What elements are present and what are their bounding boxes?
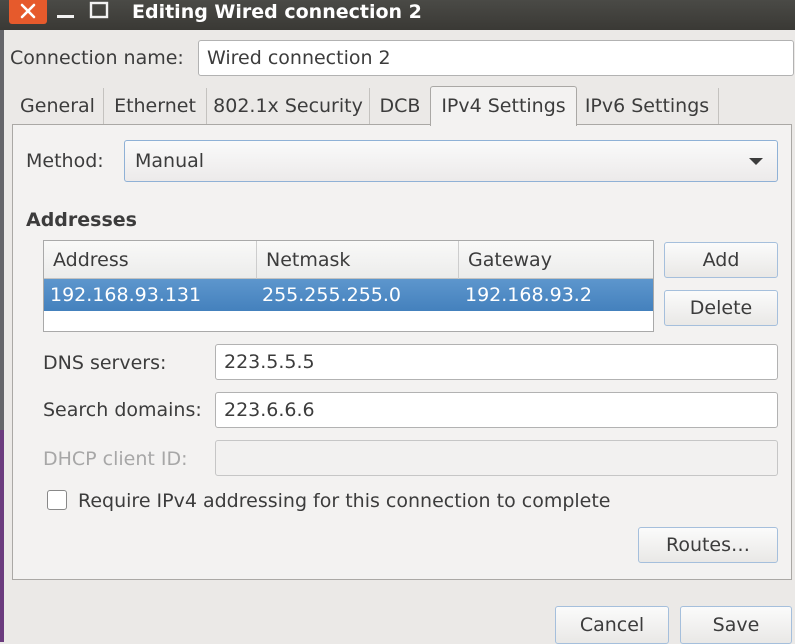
dropdown-arrow-icon [749, 158, 763, 165]
search-domains-input[interactable] [215, 392, 778, 428]
require-ipv4-checkbox[interactable] [47, 490, 67, 510]
tab-general[interactable]: General [12, 88, 104, 124]
tab-ipv4-settings[interactable]: IPv4 Settings [430, 86, 577, 126]
tab-8021x-security[interactable]: 802.1x Security [207, 88, 370, 124]
maximize-icon [89, 1, 109, 19]
method-label: Method: [26, 150, 104, 172]
row-netmask[interactable]: 255.255.255.0 [262, 279, 401, 311]
window-title: Editing Wired connection 2 [132, 1, 422, 23]
cancel-button[interactable]: Cancel [555, 606, 669, 644]
dns-servers-input[interactable] [215, 344, 778, 380]
dns-servers-label: DNS servers: [43, 352, 167, 374]
dhcp-client-id-input [215, 440, 778, 476]
routes-button[interactable]: Routes… [638, 527, 778, 563]
maximize-window-button[interactable] [86, 0, 114, 24]
column-header-netmask[interactable]: Netmask [257, 241, 459, 279]
dhcp-client-id-label: DHCP client ID: [43, 448, 188, 470]
method-dropdown[interactable]: Manual [124, 140, 778, 182]
tab-ipv6-settings[interactable]: IPv6 Settings [576, 88, 719, 124]
minimize-window-button[interactable] [52, 0, 80, 24]
close-icon [20, 3, 36, 19]
window-titlebar: Editing Wired connection 2 [0, 0, 795, 30]
search-domains-label: Search domains: [43, 399, 202, 421]
method-value: Manual [135, 150, 205, 172]
row-gateway[interactable]: 192.168.93.2 [465, 279, 592, 311]
save-button[interactable]: Save [680, 606, 792, 644]
addresses-heading: Addresses [26, 209, 137, 231]
row-address[interactable]: 192.168.93.131 [50, 279, 201, 311]
tab-ethernet[interactable]: Ethernet [104, 88, 207, 124]
desktop-background-strip [0, 430, 4, 642]
tab-dcb[interactable]: DCB [370, 88, 431, 124]
addresses-table[interactable]: Address Netmask Gateway 192.168.93.131 2… [43, 240, 654, 332]
delete-address-button[interactable]: Delete [664, 290, 778, 326]
add-address-button[interactable]: Add [664, 242, 778, 278]
require-ipv4-label[interactable]: Require IPv4 addressing for this connect… [78, 489, 611, 513]
close-window-button[interactable] [9, 0, 47, 24]
column-header-address[interactable]: Address [44, 241, 257, 279]
table-row[interactable]: 192.168.93.131 255.255.255.0 192.168.93.… [44, 279, 653, 311]
connection-name-input[interactable] [198, 40, 794, 76]
minimize-icon [57, 15, 74, 18]
connection-name-label: Connection name: [10, 47, 184, 69]
column-header-gateway[interactable]: Gateway [459, 241, 653, 279]
